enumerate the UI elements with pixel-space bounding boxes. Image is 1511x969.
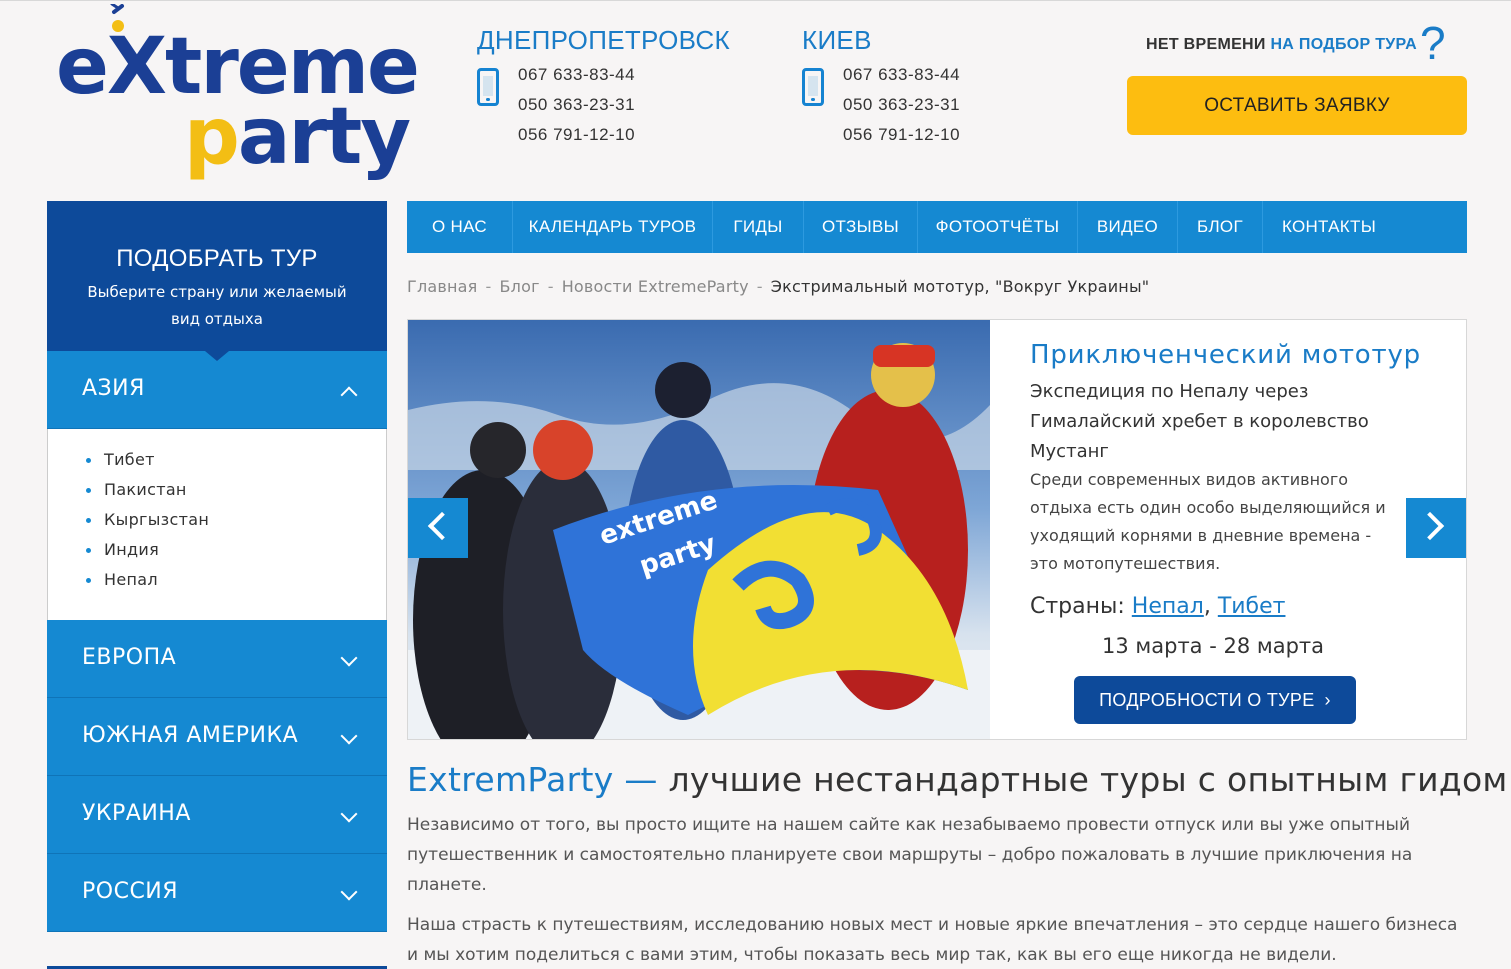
chevron-down-icon [340, 805, 358, 823]
tour-subtitle: Экспедиция по Непалу через Гималайский х… [1030, 381, 1369, 462]
question-mark-icon: ? [1420, 17, 1446, 69]
asia-country-list: Тибет Пакистан Кыргызстан Индия Непал [47, 429, 387, 620]
phone-kiev-1[interactable]: 067 633-83-44 [843, 65, 960, 85]
breadcrumb-current: Экстримальный мототур, "Вокруг Украины" [770, 277, 1150, 296]
phone-icon [802, 68, 824, 106]
phone-kiev-3[interactable]: 056 791-12-10 [843, 125, 960, 145]
logo-text-party: party [184, 92, 411, 182]
category-label: АЗИЯ [82, 376, 145, 401]
top-border [0, 0, 1511, 1]
tour-description: Среди современных видов активного отдыха… [1030, 470, 1386, 573]
country-link-nepal[interactable]: Непал [1132, 594, 1204, 619]
sidebar-subtitle: Выберите страну или желаемый вид отдыха [87, 283, 347, 328]
country-item-pakistan[interactable]: Пакистан [86, 479, 386, 509]
country-link-tibet[interactable]: Тибет [1218, 594, 1286, 619]
breadcrumb-news[interactable]: Новости ExtremeParty [562, 277, 749, 296]
phone-dnepr-3[interactable]: 056 791-12-10 [518, 125, 635, 145]
tour-dates: 13 марта - 28 марта [1102, 634, 1325, 658]
nav-item-guides[interactable]: ГИДЫ [713, 201, 804, 253]
country-item-kyrgyzstan[interactable]: Кыргызстан [86, 509, 386, 539]
chevron-down-icon [340, 649, 358, 667]
phone-icon [477, 68, 499, 106]
country-item-india[interactable]: Индия [86, 539, 386, 569]
tour-filter-sidebar: ПОДОБРАТЬ ТУР Выберите страну или желаем… [47, 201, 387, 969]
chevron-left-icon [427, 511, 457, 541]
tour-title[interactable]: Приключенческий мототур [1030, 340, 1421, 370]
sidebar-header: ПОДОБРАТЬ ТУР Выберите страну или желаем… [47, 201, 387, 361]
nav-item-about[interactable]: О НАС [407, 201, 513, 253]
climbers-photo: extreme party [408, 320, 990, 739]
nav-item-reviews[interactable]: ОТЗЫВЫ [804, 201, 918, 253]
intro-paragraph-1: Независимо от того, вы просто ищите на н… [407, 815, 1413, 895]
main-nav: О НАС КАЛЕНДАРЬ ТУРОВ ГИДЫ ОТЗЫВЫ ФОТООТ… [407, 201, 1467, 253]
phone-dnepr-2[interactable]: 050 363-23-31 [518, 95, 635, 115]
chevron-up-icon [340, 386, 358, 404]
chevron-down-icon [340, 727, 358, 745]
logo[interactable]: eXtreme party [52, 4, 420, 184]
sidebar-category-europe[interactable]: ЕВРОПА [47, 620, 387, 698]
slider-prev-button[interactable] [408, 498, 468, 558]
nav-item-photo-reports[interactable]: ФОТООТЧЁТЫ [918, 201, 1078, 253]
page-heading: ExtremParty — лучшие нестандартные туры … [407, 760, 1508, 799]
breadcrumb-home[interactable]: Главная [407, 277, 478, 296]
tour-slider: extreme party Приключенческий мототур Эк… [407, 319, 1467, 740]
category-label: РОССИЯ [82, 879, 179, 904]
city-dnepr: ДНЕПРОПЕТРОВСК [477, 25, 730, 55]
phone-kiev-2[interactable]: 050 363-23-31 [843, 95, 960, 115]
leave-request-button[interactable]: ОСТАВИТЬ ЗАЯВКУ [1127, 76, 1467, 135]
tour-countries: Страны: Непал, Тибет [1030, 594, 1286, 619]
country-item-nepal[interactable]: Непал [86, 569, 386, 599]
chevron-down-icon [340, 883, 358, 901]
chevron-right-icon: › [1324, 689, 1331, 710]
city-kiev: КИЕВ [802, 25, 872, 55]
tour-details-button[interactable]: ПОДРОБНОСТИ О ТУРЕ › [1074, 676, 1356, 724]
sidebar-category-asia[interactable]: АЗИЯ [47, 351, 387, 429]
category-label: ЮЖНАЯ АМЕРИКА [82, 723, 299, 748]
category-label: УКРАИНА [82, 801, 191, 826]
phone-dnepr-1[interactable]: 067 633-83-44 [518, 65, 635, 85]
sidebar-title: ПОДОБРАТЬ ТУР [116, 245, 318, 272]
nav-item-contacts[interactable]: КОНТАКТЫ [1263, 201, 1395, 253]
sidebar-category-russia[interactable]: РОССИЯ [47, 854, 387, 932]
breadcrumb-blog[interactable]: Блог [500, 277, 540, 296]
tour-selection-link[interactable]: НА ПОДБОР ТУРА [1270, 36, 1417, 53]
nav-item-video[interactable]: ВИДЕО [1078, 201, 1178, 253]
category-label: ЕВРОПА [82, 645, 177, 670]
breadcrumb: Главная - Блог - Новости ExtremeParty - Экстри… [407, 277, 1150, 296]
chevron-right-icon [1415, 511, 1445, 541]
sidebar-category-ukraine[interactable]: УКРАИНА [47, 776, 387, 854]
sidebar-category-south-america[interactable]: ЮЖНАЯ АМЕРИКА [47, 698, 387, 776]
sidebar-notch [205, 351, 229, 361]
tour-selection-prompt: НЕТ ВРЕМЕНИ НА ПОДБОР ТУРА [1146, 36, 1417, 53]
nav-item-tour-calendar[interactable]: КАЛЕНДАРЬ ТУРОВ [513, 201, 713, 253]
slide-photo: extreme party [408, 320, 990, 739]
intro-paragraph-2: Наша страсть к путешествиям, исследовани… [407, 915, 1458, 965]
country-item-tibet[interactable]: Тибет [86, 449, 386, 479]
slider-next-button[interactable] [1406, 498, 1466, 558]
nav-item-blog[interactable]: БЛОГ [1178, 201, 1263, 253]
